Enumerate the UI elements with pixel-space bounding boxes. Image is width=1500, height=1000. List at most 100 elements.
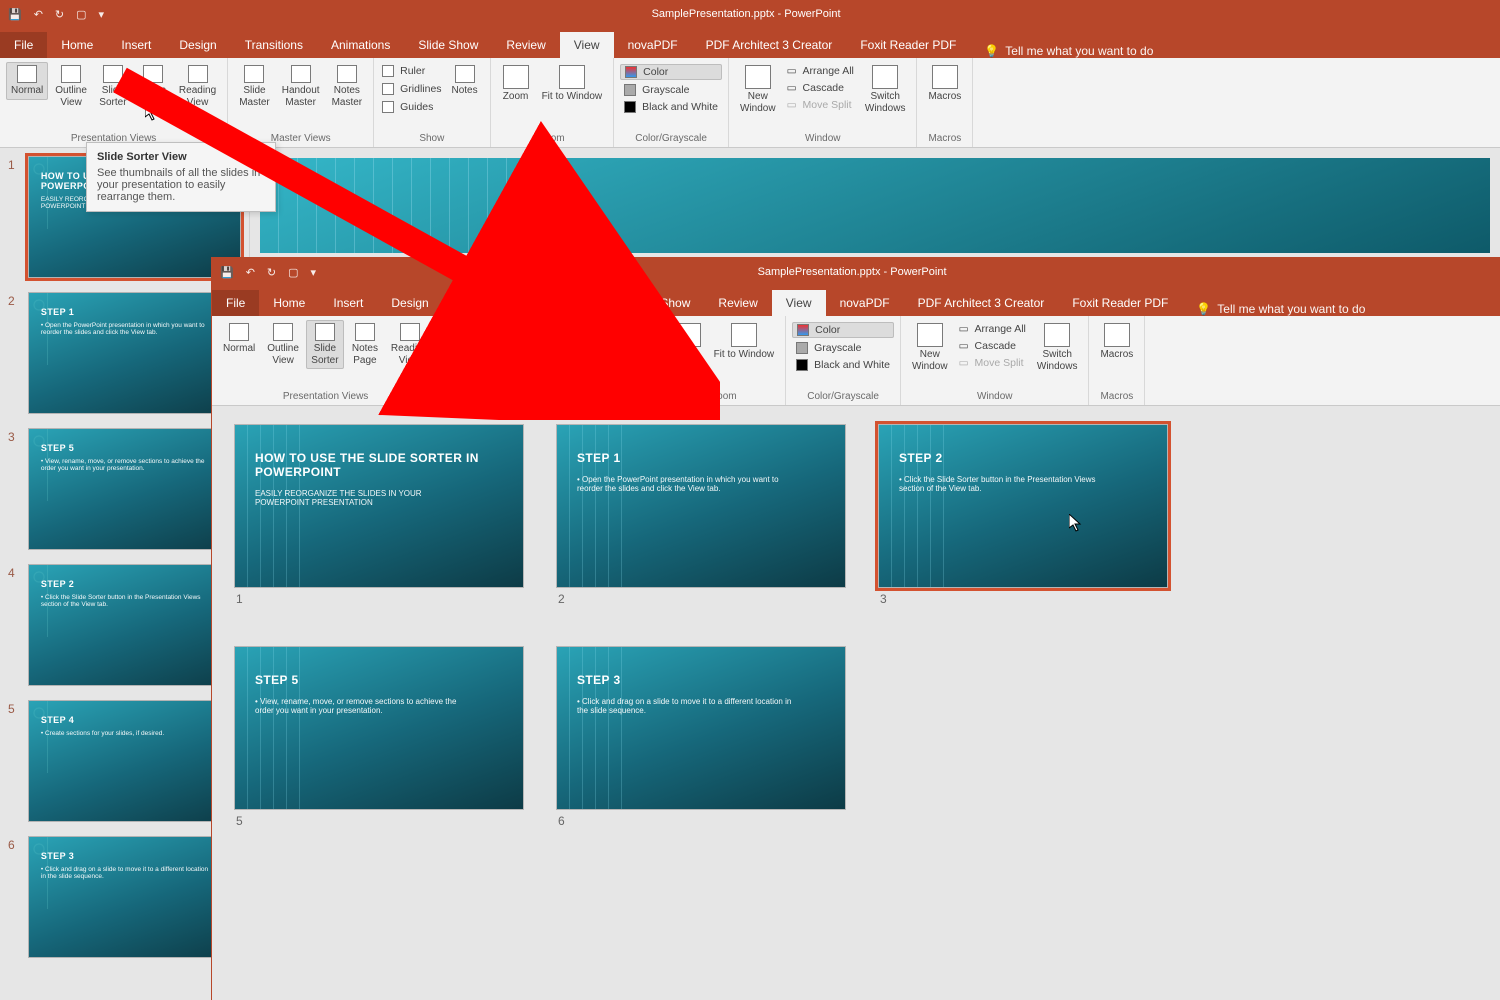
tab-slide-show[interactable]: Slide Show: [616, 290, 704, 316]
undo-icon[interactable]: ↶: [34, 8, 43, 21]
tab-pdf-architect-3-creator[interactable]: PDF Architect 3 Creator: [692, 32, 847, 58]
normal-button[interactable]: Normal: [218, 320, 260, 358]
gridlines-checkbox[interactable]: Gridlines: [380, 82, 443, 96]
slide-thumbnail[interactable]: STEP 1• Open the PowerPoint presentation…: [556, 424, 846, 588]
undo-icon[interactable]: ↶: [246, 266, 255, 279]
normal-button[interactable]: Normal: [6, 62, 48, 100]
fit-to-window-button[interactable]: Fit to Window: [537, 62, 608, 106]
handout-master-button[interactable]: HandoutMaster: [277, 62, 325, 111]
tab-file[interactable]: File: [212, 290, 259, 316]
tab-view[interactable]: View: [772, 290, 826, 316]
tell-me-search[interactable]: 💡Tell me what you want to do: [970, 44, 1167, 58]
ribbon-tabs: FileHomeInsertDesignTransitionsAnimation…: [0, 28, 1500, 58]
ruler-checkbox[interactable]: Ruler: [380, 64, 443, 78]
slide-master-button[interactable]: SlideMaster: [446, 320, 487, 369]
slide-thumbnail[interactable]: STEP 5• View, rename, move, or remove se…: [234, 646, 524, 810]
redo-icon[interactable]: ↻: [55, 8, 64, 21]
slide-number: 3: [878, 592, 1168, 606]
macros-button[interactable]: Macros: [923, 62, 966, 106]
grayscale-option[interactable]: Grayscale: [792, 341, 894, 355]
qat-more-icon[interactable]: ▾: [99, 8, 105, 21]
cascade-button[interactable]: ▭Cascade: [783, 81, 858, 95]
notes-master-button[interactable]: NotesMaster: [539, 320, 580, 369]
slide-number: 2: [8, 292, 20, 308]
save-icon[interactable]: 💾: [220, 266, 234, 279]
save-icon[interactable]: 💾: [8, 8, 22, 21]
tab-pdf-architect-3-creator[interactable]: PDF Architect 3 Creator: [904, 290, 1059, 316]
tab-foxit-reader-pdf[interactable]: Foxit Reader PDF: [846, 32, 970, 58]
tab-view[interactable]: View: [560, 32, 614, 58]
zoom-button[interactable]: Zoom: [497, 62, 535, 106]
tab-slide-show[interactable]: Slide Show: [404, 32, 492, 58]
color-option[interactable]: Color: [792, 322, 894, 338]
notes-page-button[interactable]: NotesPage: [346, 320, 384, 369]
tab-animations[interactable]: Animations: [529, 290, 616, 316]
tab-foxit-reader-pdf[interactable]: Foxit Reader PDF: [1058, 290, 1182, 316]
tab-transitions[interactable]: Transitions: [443, 290, 529, 316]
switch-windows-button[interactable]: SwitchWindows: [1032, 320, 1083, 375]
arrange-all-button[interactable]: ▭Arrange All: [955, 322, 1030, 336]
switch-windows-button[interactable]: SwitchWindows: [860, 62, 911, 117]
tab-novapdf[interactable]: novaPDF: [614, 32, 692, 58]
reading-view-button[interactable]: ReadingView: [386, 320, 433, 369]
slide-thumbnail[interactable]: STEP 2• Click the Slide Sorter button in…: [28, 564, 241, 686]
reading-view-button[interactable]: ReadingView: [174, 62, 221, 111]
slide-thumbnail[interactable]: HOW TO USE THE SLIDE SORTER IN POWERPOIN…: [234, 424, 524, 588]
handout-master-button[interactable]: HandoutMaster: [489, 320, 537, 369]
cascade-button[interactable]: ▭Cascade: [955, 339, 1030, 353]
tab-novapdf[interactable]: novaPDF: [826, 290, 904, 316]
slide-thumbnail[interactable]: STEP 3• Click and drag on a slide to mov…: [556, 646, 846, 810]
slide-thumbnail[interactable]: STEP 1• Open the PowerPoint presentation…: [28, 292, 241, 414]
current-slide[interactable]: [260, 158, 1490, 253]
grayscale-option[interactable]: Grayscale: [620, 83, 722, 97]
powerpoint-window-sorter: 💾 ↶ ↻ ▢ ▾ SamplePresentation.pptx - Powe…: [212, 258, 1500, 1000]
notes-master-button[interactable]: NotesMaster: [327, 62, 368, 111]
black-and-white-option[interactable]: Black and White: [620, 100, 722, 114]
arrange-all-button[interactable]: ▭Arrange All: [783, 64, 858, 78]
slide-sorter-grid[interactable]: HOW TO USE THE SLIDE SORTER IN POWERPOIN…: [212, 406, 1500, 846]
outline-view-button[interactable]: OutlineView: [262, 320, 304, 369]
thumbnail-row: 3 STEP 5• View, rename, move, or remove …: [8, 428, 241, 550]
start-from-beginning-icon[interactable]: ▢: [288, 266, 298, 279]
slide-number: 5: [234, 814, 524, 828]
gridlines-checkbox[interactable]: Gridlines: [592, 340, 655, 354]
sorter-slide-item: STEP 3• Click and drag on a slide to mov…: [556, 646, 846, 828]
slide-sorter-button[interactable]: SlideSorter: [306, 320, 344, 369]
thumbnail-row: 5 STEP 4• Create sections for your slide…: [8, 700, 241, 822]
slide-thumbnail[interactable]: STEP 5• View, rename, move, or remove se…: [28, 428, 241, 550]
tell-me-search[interactable]: 💡Tell me what you want to do: [1182, 302, 1379, 316]
zoom-button[interactable]: Zoom: [669, 320, 707, 364]
color-option[interactable]: Color: [620, 64, 722, 80]
tab-home[interactable]: Home: [47, 32, 107, 58]
guides-checkbox[interactable]: Guides: [380, 100, 443, 114]
tab-review[interactable]: Review: [492, 32, 559, 58]
macros-button[interactable]: Macros: [1095, 320, 1138, 364]
ruler-checkbox[interactable]: Ruler: [592, 322, 655, 336]
tab-review[interactable]: Review: [704, 290, 771, 316]
tab-home[interactable]: Home: [259, 290, 319, 316]
tab-design[interactable]: Design: [377, 290, 442, 316]
redo-icon[interactable]: ↻: [267, 266, 276, 279]
slide-number: 3: [8, 428, 20, 444]
fit-to-window-button[interactable]: Fit to Window: [709, 320, 780, 364]
slide-thumbnail[interactable]: STEP 4• Create sections for your slides,…: [28, 700, 241, 822]
tab-design[interactable]: Design: [165, 32, 230, 58]
new-window-button[interactable]: NewWindow: [907, 320, 953, 375]
notes-button[interactable]: Notes: [446, 62, 484, 100]
tab-file[interactable]: File: [0, 32, 47, 58]
slide-master-button[interactable]: SlideMaster: [234, 62, 275, 111]
tab-animations[interactable]: Animations: [317, 32, 404, 58]
outline-view-button[interactable]: OutlineView: [50, 62, 92, 111]
tab-insert[interactable]: Insert: [107, 32, 165, 58]
new-window-button[interactable]: NewWindow: [735, 62, 781, 117]
qat-more-icon[interactable]: ▾: [311, 266, 317, 279]
slide-sorter-button[interactable]: SlideSorter: [94, 62, 132, 111]
start-from-beginning-icon[interactable]: ▢: [76, 8, 86, 21]
tab-insert[interactable]: Insert: [319, 290, 377, 316]
guides-checkbox[interactable]: Guides: [592, 358, 655, 372]
slide-thumbnail[interactable]: STEP 3• Click and drag on a slide to mov…: [28, 836, 241, 958]
black-and-white-option[interactable]: Black and White: [792, 358, 894, 372]
tab-transitions[interactable]: Transitions: [231, 32, 317, 58]
quick-access-toolbar: 💾 ↶ ↻ ▢ ▾: [0, 0, 112, 28]
slide-thumbnail[interactable]: STEP 2• Click the Slide Sorter button in…: [878, 424, 1168, 588]
